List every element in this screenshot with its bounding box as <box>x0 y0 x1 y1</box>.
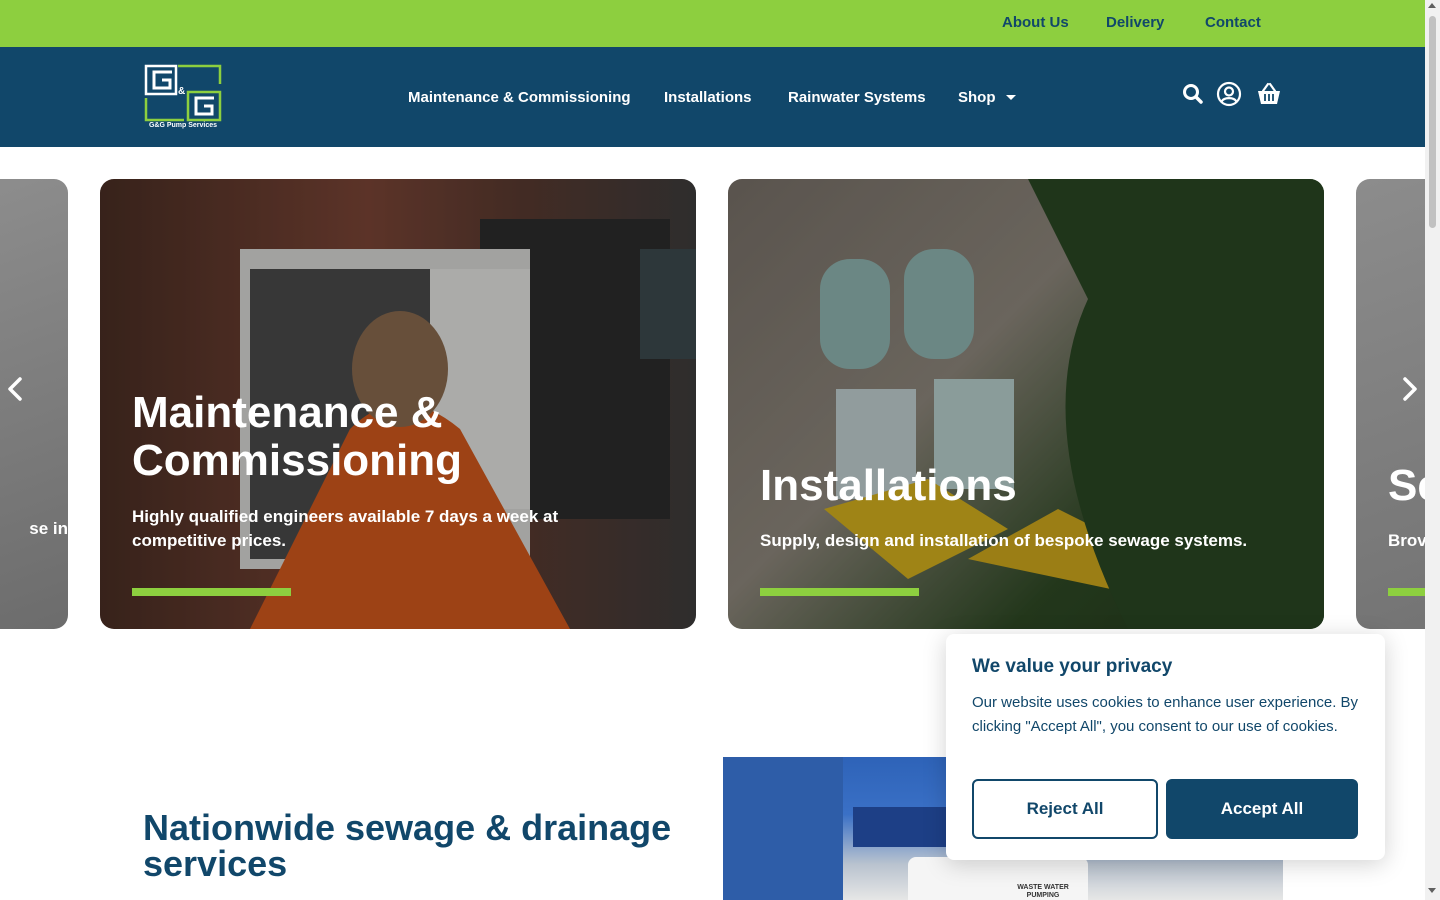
card-accent-bar <box>760 588 919 596</box>
carousel-card-partial-right[interactable]: Se Brov <box>1356 179 1425 629</box>
carousel-card-maintenance[interactable]: Maintenance & Commissioning Highly quali… <box>100 179 696 629</box>
card-accent-bar <box>1388 588 1425 596</box>
accept-all-button[interactable]: Accept All <box>1166 779 1358 839</box>
contact-link[interactable]: Contact <box>1205 14 1261 31</box>
shop-caret-icon[interactable] <box>1006 95 1016 100</box>
account-icon[interactable] <box>1216 81 1242 107</box>
site-logo[interactable]: & G&G Pump Services <box>144 64 222 132</box>
installations-card-title: Installations <box>760 461 1017 510</box>
about-us-link[interactable]: About Us <box>1002 14 1069 31</box>
nav-installations[interactable]: Installations <box>664 89 752 106</box>
partial-right-title: Se <box>1388 461 1425 510</box>
cookie-title: We value your privacy <box>972 656 1173 677</box>
basket-icon[interactable] <box>1256 81 1282 107</box>
section-title: Nationwide sewage & drainage services <box>143 807 672 884</box>
carousel-card-partial-left[interactable]: se in <box>0 179 68 629</box>
card-overlay <box>728 179 1324 629</box>
maintenance-card-title: Maintenance & Commissioning <box>132 388 463 485</box>
cookie-consent-dialog: We value your privacy Our website uses c… <box>946 634 1385 860</box>
nav-maintenance[interactable]: Maintenance & Commissioning <box>408 89 631 106</box>
carousel-card-installations[interactable]: Installations Supply, design and install… <box>728 179 1324 629</box>
logo-text: G&G Pump Services <box>148 122 218 129</box>
delivery-link[interactable]: Delivery <box>1106 14 1164 31</box>
services-carousel: se in Maintenance & Commissioning Highly… <box>0 179 1425 629</box>
stadium-wall <box>723 757 843 900</box>
nav-shop[interactable]: Shop <box>958 89 996 106</box>
scroll-up-arrow-icon[interactable] <box>1428 3 1436 8</box>
scroll-down-arrow-icon[interactable] <box>1428 888 1436 893</box>
chevron-left-icon[interactable] <box>4 377 28 401</box>
scrollbar-thumb[interactable] <box>1429 16 1436 228</box>
partial-right-text: Brov <box>1388 531 1425 550</box>
main-header: & G&G Pump Services Maintenance & Commis… <box>0 47 1425 147</box>
maintenance-card-description: Highly qualified engineers available 7 d… <box>132 507 559 550</box>
installations-card-description: Supply, design and installation of bespo… <box>760 531 1248 550</box>
logo-ampersand: & <box>178 86 186 97</box>
search-icon[interactable] <box>1180 81 1206 107</box>
top-bar: About Us Delivery Contact <box>0 0 1425 47</box>
partial-left-text: se in <box>29 519 68 538</box>
reject-all-button[interactable]: Reject All <box>972 779 1158 839</box>
van-text: WASTE WATER PUMPING SYSTEMS <box>1017 884 1069 899</box>
nav-rainwater[interactable]: Rainwater Systems <box>788 89 926 106</box>
card-accent-bar <box>132 588 291 596</box>
cookie-text: Our website uses cookies to enhance user… <box>972 694 1359 735</box>
chevron-right-icon[interactable] <box>1397 377 1421 401</box>
